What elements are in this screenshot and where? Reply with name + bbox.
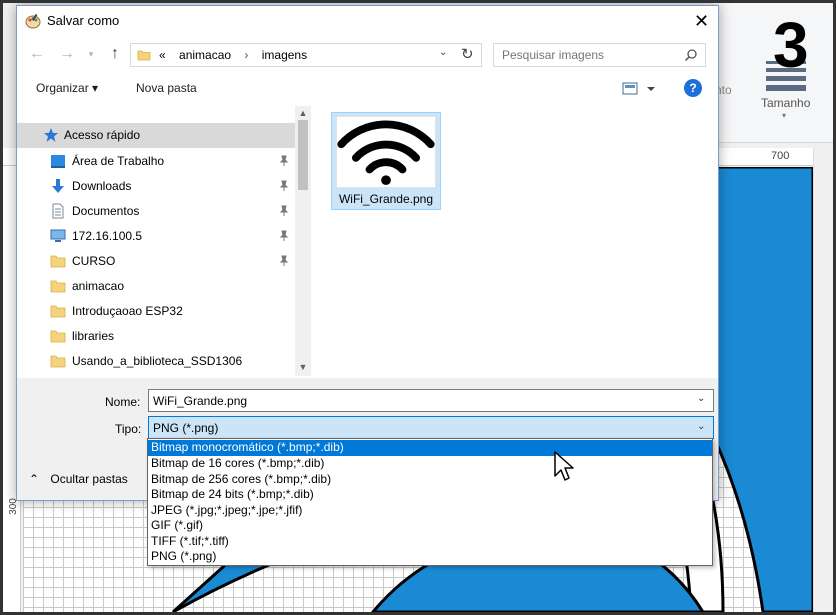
up-arrow-icon[interactable]: ↑: [105, 44, 125, 64]
breadcrumb-item-animacao[interactable]: animacao: [179, 48, 231, 62]
dropdown-option[interactable]: Bitmap de 24 bits (*.bmp;*.dib): [148, 487, 712, 503]
sidebar-item-label: Usando_a_biblioteca_SSD1306: [72, 354, 243, 368]
folder-icon: [50, 280, 66, 293]
chevron-up-icon: ⌃: [29, 472, 40, 486]
scroll-down-icon[interactable]: ▼: [295, 362, 311, 372]
dropdown-option[interactable]: Bitmap de 256 cores (*.bmp;*.dib): [148, 472, 712, 488]
pin-icon: [279, 230, 289, 241]
sidebar-item-documentos[interactable]: Documentos: [17, 199, 295, 224]
pin-icon: [279, 205, 289, 216]
sidebar-item-label: CURSO: [72, 254, 116, 268]
sidebar-item-usando-biblioteca[interactable]: Usando_a_biblioteca_SSD1306: [17, 349, 295, 374]
view-options-icon[interactable]: [621, 81, 657, 97]
recent-locations-chevron-icon[interactable]: ▾: [81, 44, 101, 64]
breadcrumb: « animacao › imagens: [159, 48, 317, 62]
search-input[interactable]: [494, 44, 679, 66]
sidebar-item-label: animacao: [72, 279, 125, 293]
search-icon[interactable]: [684, 48, 698, 62]
sidebar-item-label: libraries: [72, 329, 115, 343]
sidebar-item-label: 172.16.100.5: [72, 229, 143, 243]
sidebar-item-downloads[interactable]: Downloads: [17, 174, 295, 199]
filename-input[interactable]: [149, 390, 689, 411]
title-bar[interactable]: Salvar como ✕: [17, 6, 718, 36]
nome-label: Nome:: [105, 395, 141, 409]
sidebar-item-label: Documentos: [72, 204, 140, 218]
dropdown-option[interactable]: Bitmap monocromático (*.bmp;*.dib): [148, 440, 712, 456]
ruler-tick-label: 700: [771, 150, 790, 162]
folder-icon: [50, 305, 66, 318]
navigation-pane: Acesso rápido Área de Trabalho Downloads…: [17, 106, 311, 376]
file-item[interactable]: WiFi_Grande.png: [331, 112, 441, 210]
dropdown-option[interactable]: GIF (*.gif): [148, 518, 712, 534]
sidebar-item-label: Introduçaoao ESP32: [72, 304, 183, 318]
file-type-value: PNG (*.png): [153, 421, 219, 435]
desktop-icon: [51, 155, 65, 168]
hide-folders-button[interactable]: ⌃ Ocultar pastas: [29, 472, 128, 486]
tipo-label: Tipo:: [115, 422, 142, 436]
breadcrumb-overflow[interactable]: «: [159, 48, 166, 62]
save-as-dialog: Salvar como ✕ ← → ▾ ↑ « animacao › image…: [16, 5, 719, 501]
close-button[interactable]: ✕: [685, 6, 718, 36]
sidebar-item-animacao[interactable]: animacao: [17, 274, 295, 299]
wifi-icon: [336, 116, 436, 188]
sidebar-item-label: Acesso rápido: [64, 128, 141, 142]
new-folder-button[interactable]: Nova pasta: [136, 81, 197, 95]
pin-icon: [279, 155, 289, 166]
paint-app-icon: [25, 13, 41, 29]
navigation-scrollbar[interactable]: ▲ ▼: [295, 106, 311, 376]
vertical-scrollbar[interactable]: [813, 148, 833, 612]
chevron-down-icon[interactable]: ⌄: [697, 421, 705, 432]
forward-arrow-icon[interactable]: →: [57, 44, 77, 64]
file-type-dropdown-list: Bitmap monocromático (*.bmp;*.dib) Bitma…: [147, 438, 713, 566]
hide-folders-label: Ocultar pastas: [50, 472, 128, 486]
chevron-down-icon[interactable]: ⌄: [439, 47, 447, 58]
sidebar-item-introducao-esp32[interactable]: Introduçaoao ESP32: [17, 299, 295, 324]
filename-field[interactable]: ⌄: [148, 389, 714, 412]
sidebar-item-label: Downloads: [72, 179, 132, 193]
chevron-down-icon[interactable]: ⌄: [697, 393, 705, 404]
pin-icon: [279, 255, 289, 266]
file-type-select[interactable]: PNG (*.png) ⌄: [148, 416, 714, 439]
address-bar[interactable]: « animacao › imagens ⌄ ↻: [130, 43, 482, 67]
help-button[interactable]: ?: [684, 79, 702, 97]
tamanho-label[interactable]: Tamanho: [761, 96, 810, 110]
sidebar-item-acesso-rapido[interactable]: Acesso rápido: [17, 123, 295, 148]
dropdown-option[interactable]: Bitmap de 16 cores (*.bmp;*.dib): [148, 456, 712, 472]
chevron-down-icon: ▾: [782, 111, 787, 120]
organize-button[interactable]: Organizar ▾: [36, 81, 98, 95]
sidebar-item-area-de-trabalho[interactable]: Área de Trabalho: [17, 149, 295, 174]
folder-icon: [50, 330, 66, 343]
star-icon: [44, 128, 58, 142]
breadcrumb-separator[interactable]: ›: [244, 48, 248, 62]
download-icon: [52, 179, 64, 193]
file-name: WiFi_Grande.png: [338, 192, 434, 206]
folder-icon: [50, 255, 66, 268]
sidebar-item-curso[interactable]: CURSO: [17, 249, 295, 274]
mouse-cursor-icon: [554, 451, 574, 481]
refresh-icon[interactable]: ↻: [461, 45, 474, 63]
document-icon: [52, 203, 64, 219]
sidebar-item-libraries[interactable]: libraries: [17, 324, 295, 349]
network-computer-icon: [50, 229, 66, 242]
navigation-row: ← → ▾ ↑ « animacao › imagens ⌄ ↻: [17, 38, 718, 70]
search-box[interactable]: [493, 43, 706, 67]
dialog-title: Salvar como: [47, 13, 120, 28]
toolbar: Organizar ▾ Nova pasta ?: [17, 72, 718, 106]
scroll-thumb[interactable]: [298, 120, 308, 190]
dropdown-option[interactable]: TIFF (*.tif;*.tiff): [148, 534, 712, 550]
dropdown-option[interactable]: PNG (*.png): [148, 549, 712, 565]
folder-icon: [50, 355, 66, 368]
breadcrumb-item-imagens[interactable]: imagens: [262, 48, 307, 62]
folder-icon: [137, 50, 151, 61]
scroll-up-icon[interactable]: ▲: [295, 108, 311, 118]
sidebar-item-label: Área de Trabalho: [72, 154, 165, 168]
screenshot-frame: nto Tamanho ▾ 700 300 3 Salvar como ✕ ← …: [0, 0, 836, 615]
sidebar-item-network-share[interactable]: 172.16.100.5: [17, 224, 295, 249]
dropdown-option[interactable]: JPEG (*.jpg;*.jpeg;*.jpe;*.jfif): [148, 503, 712, 519]
back-arrow-icon[interactable]: ←: [27, 44, 47, 64]
pin-icon: [279, 180, 289, 191]
step-number: 3: [773, 9, 809, 81]
file-list: WiFi_Grande.png: [315, 106, 718, 376]
